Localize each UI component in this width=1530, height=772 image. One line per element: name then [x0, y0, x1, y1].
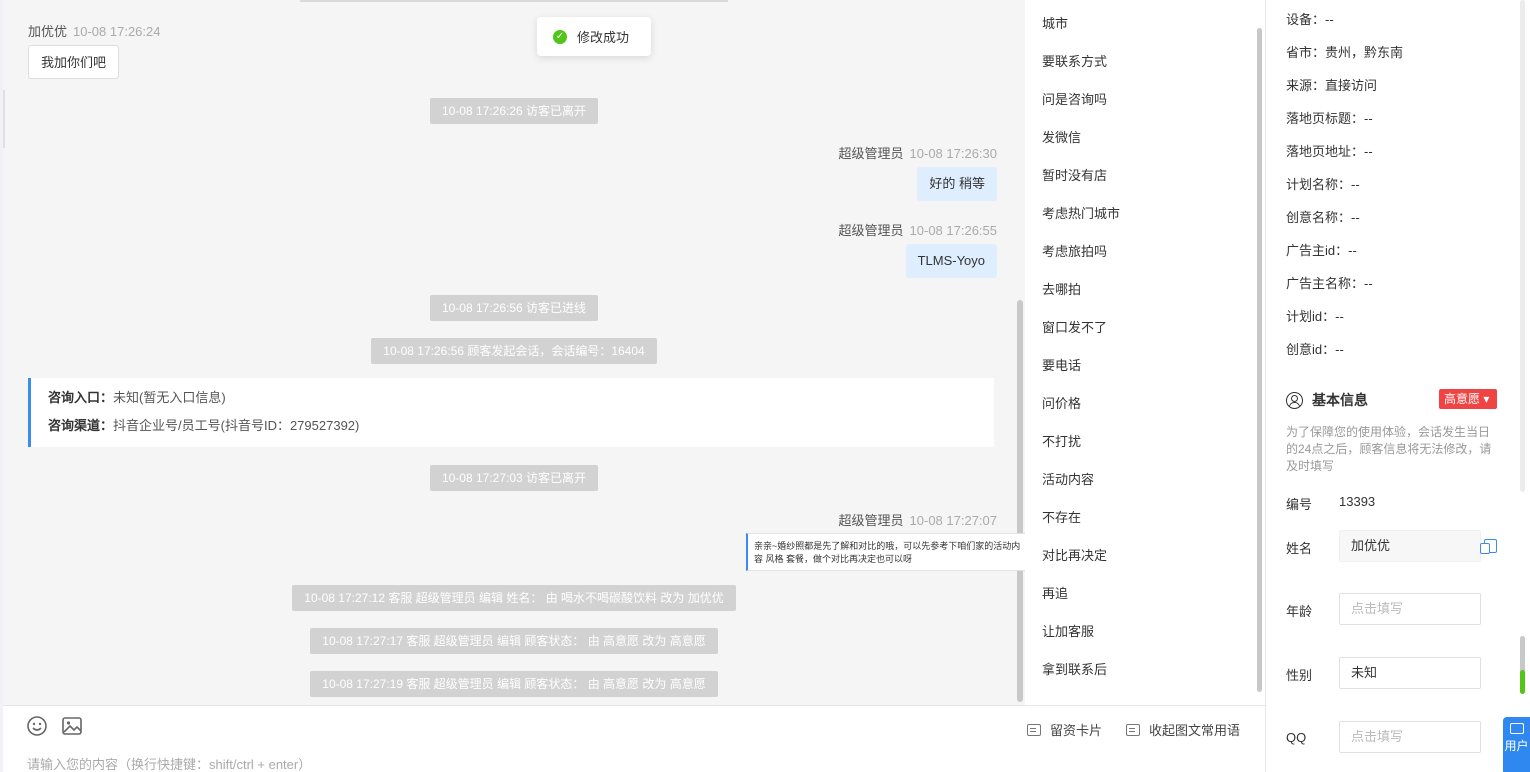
phrase-item[interactable]: 要电话 — [1042, 355, 1081, 374]
copy-icon[interactable] — [1480, 539, 1497, 554]
info-device: 设备：-- — [1286, 12, 1334, 27]
message-sender: 超级管理员 10-08 17:26:55 — [839, 220, 997, 239]
toast-text: 修改成功 — [577, 30, 630, 45]
system-message: 10-08 17:26:26 访客已离开 — [3, 98, 1025, 124]
message-bubble-agent[interactable]: 好的 稍等 — [917, 167, 997, 201]
age-label: 年龄 — [1286, 604, 1313, 619]
message-icon — [1126, 723, 1140, 736]
info-creative-name: 创意名称：-- — [1286, 210, 1360, 225]
consult-info-card: 咨询入口：未知(暂无入口信息) 咨询渠道：抖音企业号/员工号(抖音号ID：279… — [28, 378, 994, 447]
basic-info-title: 基本信息 — [1286, 390, 1368, 410]
system-message: 10-08 17:27:19 客服 超级管理员 编辑 顾客状态： 由 高意愿 改… — [3, 671, 1025, 697]
chat-scrollbar[interactable] — [1017, 300, 1023, 702]
phrase-item[interactable]: 对比再决定 — [1042, 545, 1107, 564]
smile-icon[interactable] — [26, 715, 48, 737]
message-sender: 超级管理员 10-08 17:27:07 — [839, 510, 997, 529]
sender-name: 加优优 — [28, 24, 68, 39]
message-bubble-visitor[interactable]: 我加你们吧 — [28, 45, 120, 79]
message-time: 10-08 17:26:24 — [73, 24, 161, 39]
info-plan-name: 计划名称：-- — [1286, 177, 1360, 192]
phrase-item[interactable]: 考虑旅拍吗 — [1042, 241, 1107, 260]
check-circle-icon: ✓ — [553, 29, 567, 44]
phrase-item[interactable]: 不存在 — [1042, 507, 1081, 526]
entry-label: 咨询入口： — [48, 390, 114, 405]
phrase-item[interactable]: 考虑热门城市 — [1042, 203, 1120, 222]
phrase-item[interactable]: 再追 — [1042, 583, 1068, 602]
card-icon — [1027, 723, 1041, 736]
caret-down-icon: ▾ — [1483, 392, 1490, 406]
chat-panel[interactable]: 加优优 10-08 17:26:24 我加你们吧 10-08 17:26:26 访… — [3, 0, 1025, 705]
info-source: 来源：直接访问 — [1286, 78, 1378, 93]
message-input-area[interactable]: 留资卡片 收起图文常用语 请输入您的内容（换行快捷键：shift/ctrl + … — [3, 705, 1265, 772]
system-message: 10-08 17:26:56 访客已进线 — [3, 295, 1025, 321]
edit-notice: 为了保障您的使用体验，会话发生当日的24点之后，顾客信息将无法修改，请及时填写 — [1286, 425, 1492, 473]
phrase-item[interactable]: 问是咨询吗 — [1042, 89, 1107, 108]
phrase-item[interactable]: 问价格 — [1042, 393, 1081, 412]
panel-scroll-track — [1520, 0, 1525, 492]
info-advertiser-name: 广告主名称：-- — [1286, 276, 1373, 291]
gender-select[interactable]: 未知 — [1339, 657, 1481, 689]
phrases-scrollbar[interactable] — [1257, 28, 1262, 692]
phrase-item[interactable]: 要联系方式 — [1042, 51, 1107, 70]
entry-value: 未知(暂无入口信息) — [113, 390, 226, 405]
quick-phrases-panel: 城市 要联系方式 问是咨询吗 发微信 暂时没有店 考虑热门城市 考虑旅拍吗 去哪… — [1025, 0, 1265, 705]
info-landing-title: 落地页标题：-- — [1286, 111, 1373, 126]
message-bubble-agent-rich[interactable]: 亲亲~婚纱照都是先了解和对比的哦，可以先参考下咱们家的活动内容 风格 套餐，做个… — [746, 533, 1030, 571]
message-sender: 超级管理员 10-08 17:26:30 — [839, 143, 997, 162]
customer-scrollbar[interactable] — [1520, 636, 1525, 694]
phrase-item[interactable]: 让加客服 — [1042, 621, 1094, 640]
channel-label: 咨询渠道： — [48, 418, 114, 433]
age-input[interactable]: 点击填写 — [1339, 593, 1481, 625]
id-label: 编号 — [1286, 497, 1313, 512]
message-bubble-remnant — [300, 0, 728, 2]
system-message: 10-08 17:26:56 顾客发起会话，会话编号：16404 — [3, 338, 1025, 364]
id-value: 13393 — [1339, 494, 1376, 509]
image-icon[interactable] — [61, 715, 83, 737]
channel-value: 抖音企业号/员工号(抖音号ID：279527392) — [113, 418, 360, 433]
user-icon — [1286, 391, 1303, 409]
system-message: 10-08 17:27:03 访客已离开 — [3, 465, 1025, 491]
customer-info-panel: 设备：-- 省市：贵州，黔东南 来源：直接访问 落地页标题：-- 落地页地址：-… — [1266, 0, 1530, 772]
message-time: 10-08 17:26:30 — [909, 146, 997, 161]
intent-dropdown[interactable]: 高意愿 ▾ — [1439, 389, 1498, 409]
message-time: 10-08 17:26:55 — [909, 223, 997, 238]
user-float-button[interactable]: 用户 — [1503, 717, 1530, 772]
phrase-item[interactable]: 去哪拍 — [1042, 279, 1081, 298]
system-message: 10-08 17:27:12 客服 超级管理员 编辑 姓名： 由 喝水不喝碳酸饮… — [3, 585, 1025, 611]
sender-name: 超级管理员 — [838, 513, 904, 528]
chat-icon — [1509, 723, 1524, 734]
collapse-phrases-button[interactable]: 收起图文常用语 — [1126, 720, 1240, 739]
sender-name: 超级管理员 — [838, 146, 904, 161]
info-landing-url: 落地页地址：-- — [1286, 144, 1373, 159]
lead-card-label: 留资卡片 — [1050, 723, 1103, 738]
phrase-item[interactable]: 不打扰 — [1042, 431, 1081, 450]
phrase-item[interactable]: 活动内容 — [1042, 469, 1094, 488]
name-input[interactable]: 加优优 — [1339, 530, 1481, 562]
lead-card-button[interactable]: 留资卡片 — [1027, 720, 1102, 739]
message-sender: 加优优 10-08 17:26:24 — [28, 21, 160, 40]
name-label: 姓名 — [1286, 541, 1313, 556]
info-creative-id: 创意id：-- — [1286, 342, 1344, 357]
phrase-item[interactable]: 发微信 — [1042, 127, 1081, 146]
info-region: 省市：贵州，黔东南 — [1286, 45, 1404, 60]
phrase-item[interactable]: 窗口发不了 — [1042, 317, 1107, 336]
qq-input[interactable]: 点击填写 — [1339, 721, 1481, 753]
gender-label: 性别 — [1286, 668, 1313, 683]
message-bubble-agent[interactable]: TLMS-Yoyo — [905, 244, 997, 278]
message-input[interactable]: 请输入您的内容（换行快捷键：shift/ctrl + enter） — [27, 754, 311, 772]
sender-name: 超级管理员 — [838, 223, 904, 238]
system-message: 10-08 17:27:17 客服 超级管理员 编辑 顾客状态： 由 高意愿 改… — [3, 628, 1025, 654]
info-plan-id: 计划id：-- — [1286, 309, 1344, 324]
phrase-item[interactable]: 城市 — [1042, 13, 1068, 32]
success-toast: ✓ 修改成功 — [537, 17, 651, 56]
phrase-item[interactable]: 暂时没有店 — [1042, 165, 1107, 184]
info-advertiser-id: 广告主id：-- — [1286, 243, 1357, 258]
message-time: 10-08 17:27:07 — [909, 513, 997, 528]
qq-label: QQ — [1286, 730, 1307, 745]
collapse-phrases-label: 收起图文常用语 — [1149, 723, 1241, 738]
phrase-item[interactable]: 拿到联系后 — [1042, 659, 1107, 678]
